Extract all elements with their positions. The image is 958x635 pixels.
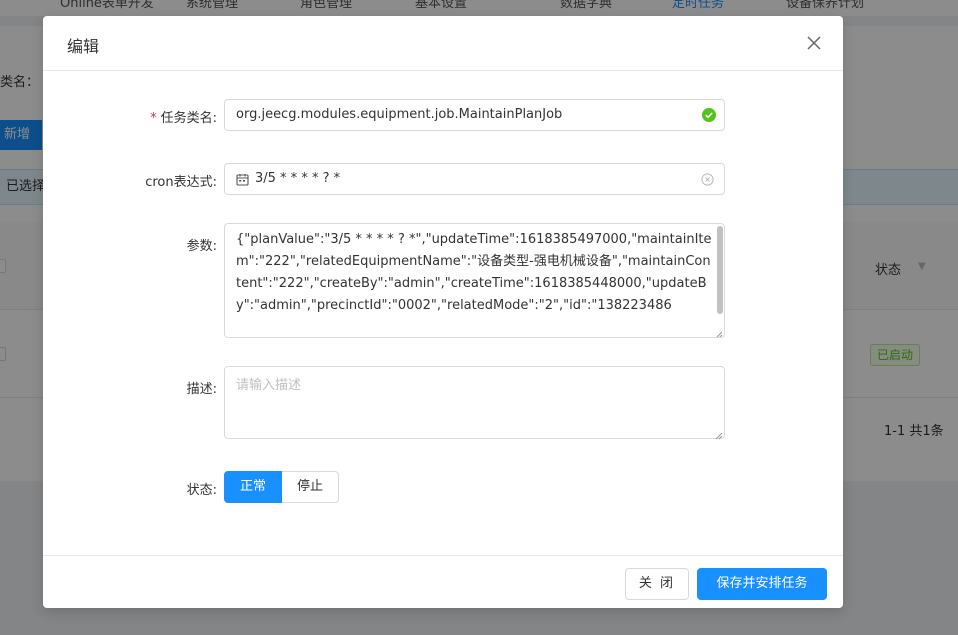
task-class-label: * 任务类名: [150,111,217,126]
required-mark: * [150,111,157,126]
params-value: {"planValue":"3/5 * * * * ? *","updateTi… [236,232,712,313]
status-radio-group: 正常 停止 [224,471,340,503]
status-option-normal[interactable]: 正常 [224,471,283,503]
modal-footer: 关 闭 保存并安排任务 [43,555,843,608]
task-class-value: org.jeecg.modules.equipment.job.Maintain… [236,107,563,122]
cron-label: cron表达式: [145,175,217,190]
description-placeholder: 请输入描述 [236,378,302,393]
resize-handle-icon[interactable] [715,328,723,337]
calendar-icon [236,173,249,186]
params-textarea[interactable]: {"planValue":"3/5 * * * * ? *","updateTi… [224,223,725,338]
close-icon[interactable] [803,32,825,54]
clear-icon[interactable] [701,173,714,186]
params-label: 参数: [186,239,217,254]
status-option-stop[interactable]: 停止 [282,471,340,503]
description-label: 描述: [186,382,217,397]
scrollbar[interactable] [717,226,723,314]
status-label: 状态: [186,483,217,498]
close-button[interactable]: 关 闭 [625,568,689,600]
check-circle-icon [702,108,716,122]
task-class-input[interactable]: org.jeecg.modules.equipment.job.Maintain… [224,99,725,131]
cron-value: 3/5 * * * * ? * [255,171,341,186]
description-textarea[interactable]: 请输入描述 [224,366,725,440]
edit-modal: 编辑 * 任务类名: org.jeecg.modules.equipment.jo… [43,16,843,608]
resize-handle-icon[interactable] [715,429,723,440]
modal-header: 编辑 [43,16,843,71]
save-and-schedule-button[interactable]: 保存并安排任务 [697,568,827,600]
modal-title: 编辑 [67,37,100,56]
cron-input[interactable]: 3/5 * * * * ? * [224,163,725,195]
